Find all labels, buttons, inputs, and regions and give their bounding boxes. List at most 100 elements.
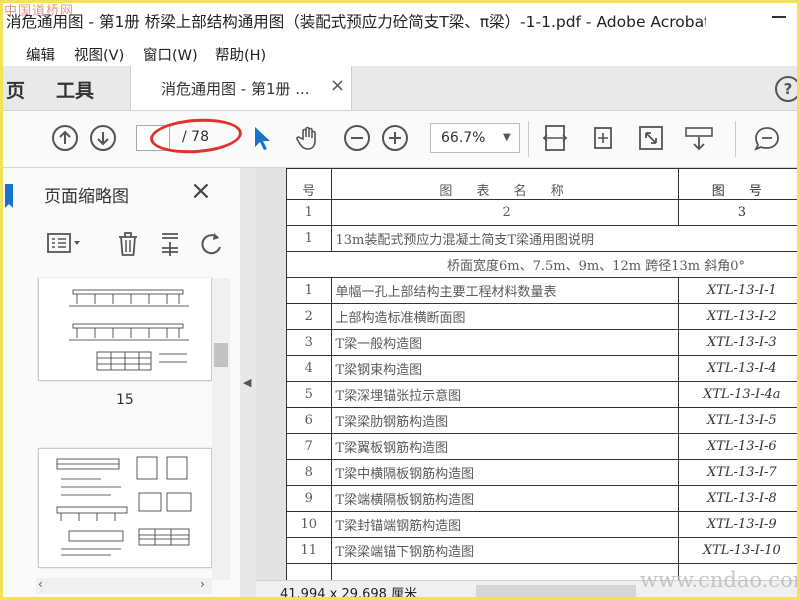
toolbar: / 78 66.7% ▼ <box>0 111 800 168</box>
rotate-icon[interactable] <box>198 228 226 258</box>
select-tool-button[interactable] <box>246 123 276 153</box>
table-cell: T梁封锚端钢筋构造图 <box>330 511 679 538</box>
table-cell: XTL-13-I-6 <box>677 433 800 460</box>
scroll-right-icon[interactable]: › <box>200 577 205 591</box>
header-code: 图 号 <box>677 168 800 200</box>
help-button[interactable]: ? <box>775 76 800 102</box>
table-row: 6 T梁梁肋钢筋构造图 XTL-13-I-5 <box>286 407 800 434</box>
menu-view[interactable]: 视图(V) <box>74 44 124 65</box>
table-row: 8 T梁中横隔板钢筋构造图 XTL-13-I-7 <box>286 459 800 486</box>
site-watermark: 中国道桥网 <box>4 4 75 19</box>
panel-collapse-bar[interactable]: ◀ <box>240 168 256 600</box>
table-subtitle-row: 桥面宽度6m、7.5m、9m、12m 跨径13m 斜角0° <box>286 251 800 278</box>
site-watermark-bottom: www.cndao.com <box>640 568 800 592</box>
close-tab-button[interactable]: × <box>330 75 345 96</box>
thumbnails-vertical-scrollbar[interactable] <box>212 278 230 580</box>
rotate-page-button[interactable] <box>588 123 618 153</box>
table-cell: XTL-13-I-5 <box>677 407 800 434</box>
table-row: 5 T梁深埋锚张拉示意图 XTL-13-I-4a <box>286 381 800 408</box>
table-section-row: 1 13m装配式预应力混凝土简支T梁通用图说明 <box>286 225 800 252</box>
crop-page-icon[interactable] <box>156 228 184 258</box>
table-cell: T梁翼板钢筋构造图 <box>330 433 679 460</box>
section-title: 13m装配式预应力混凝土简支T梁通用图说明 <box>330 225 800 252</box>
tab-document[interactable]: 消危通用图 - 第1册 ... × <box>130 66 352 110</box>
table-row: 10 T梁封锚端钢筋构造图 XTL-13-I-9 <box>286 511 800 538</box>
full-screen-button[interactable] <box>636 123 666 153</box>
fit-width-button[interactable] <box>540 123 570 153</box>
table-cell: 9 <box>286 485 332 512</box>
thumbnails-horizontal-scrollbar[interactable]: ‹ › <box>36 577 212 594</box>
zoom-out-button[interactable] <box>342 123 372 153</box>
minimize-button[interactable] <box>772 16 786 18</box>
cursor-arrow-icon <box>255 127 270 150</box>
document-view[interactable]: 号 图 表 名 称 图 号 1 2 3 1 13m装配式预应力混凝土简支T梁通用… <box>256 168 800 600</box>
options-menu-icon[interactable] <box>44 228 84 258</box>
table-row: 7 T梁翼板钢筋构造图 XTL-13-I-6 <box>286 433 800 460</box>
rotate-page-icon <box>594 127 612 149</box>
expand-icon <box>639 126 663 150</box>
window-title: 消危通用图 - 第1册 桥梁上部结构通用图（装配式预应力砼简支T梁、π梁）-1-… <box>6 13 706 31</box>
horizontal-scrollbar-thumb[interactable] <box>476 585 636 597</box>
table-cell: XTL-13-I-3 <box>677 329 800 356</box>
scroll-mode-button[interactable] <box>684 123 714 153</box>
scroll-left-icon[interactable]: ‹ <box>38 577 43 591</box>
table-cell: 单幅一孔上部结构主要工程材料数量表 <box>330 277 679 304</box>
table-cell: 2 <box>330 199 679 226</box>
table-cell: 10 <box>286 511 332 538</box>
table-cell: XTL-13-I-4 <box>677 355 800 382</box>
minus-circle-icon <box>344 125 370 151</box>
scrollbar-thumb[interactable] <box>214 343 228 367</box>
next-page-button[interactable] <box>88 123 118 153</box>
thumbnail-tools <box>44 228 240 262</box>
menu-window[interactable]: 窗口(W) <box>143 44 198 65</box>
zoom-level-value: 66.7% <box>441 130 486 146</box>
trash-icon[interactable] <box>114 228 142 258</box>
bookmark-icon[interactable] <box>2 182 16 212</box>
table-cell: XTL-13-I-2 <box>677 303 800 330</box>
comment-button[interactable] <box>752 123 782 153</box>
table-cell: 8 <box>286 459 332 486</box>
red-annotation-circle <box>148 115 244 157</box>
close-panel-button[interactable]: × <box>190 176 212 206</box>
table-index-row: 1 2 3 <box>286 199 800 226</box>
table-cell: 1 <box>286 225 332 252</box>
table-cell: T梁端横隔板钢筋构造图 <box>330 485 679 512</box>
title-bar: 消危通用图 - 第1册 桥梁上部结构通用图（装配式预应力砼简支T梁、π梁）-1-… <box>0 0 800 40</box>
collapse-left-icon[interactable]: ◀ <box>243 376 251 389</box>
page-thumbnail-16[interactable] <box>38 448 212 568</box>
tab-tools[interactable]: 工具 <box>56 76 94 103</box>
zoom-in-button[interactable] <box>380 123 410 153</box>
scroll-down-icon <box>685 127 713 151</box>
comment-icon <box>754 127 779 151</box>
table-cell: 6 <box>286 407 332 434</box>
toolbar-divider <box>735 121 736 157</box>
page-thumbnail-15[interactable] <box>38 278 212 381</box>
table-cell: XTL-13-I-7 <box>677 459 800 486</box>
pdf-page: 号 图 表 名 称 图 号 1 2 3 1 13m装配式预应力混凝土简支T梁通用… <box>286 168 800 590</box>
table-header-row: 号 图 表 名 称 图 号 <box>286 168 800 200</box>
tab-home[interactable]: 页 <box>6 76 25 103</box>
zoom-level-select[interactable]: 66.7% ▼ <box>430 123 520 153</box>
table-cell: XTL-13-I-4a <box>677 381 800 408</box>
header-name: 图 表 名 称 <box>330 168 679 200</box>
table-cell: T梁中横隔板钢筋构造图 <box>330 459 679 486</box>
table-cell: XTL-13-I-8 <box>677 485 800 512</box>
arrow-down-circle-icon <box>90 125 116 151</box>
thumbnail-page-number: 15 <box>116 392 134 408</box>
table-row: 3 T梁一般构造图 XTL-13-I-3 <box>286 329 800 356</box>
left-navigation-strip <box>0 168 31 600</box>
menu-help[interactable]: 帮助(H) <box>215 44 266 65</box>
toolbar-divider <box>528 121 529 157</box>
header-number: 号 <box>286 168 332 200</box>
table-cell: 3 <box>286 329 332 356</box>
table-cell: 4 <box>286 355 332 382</box>
table-cell: T梁梁肋钢筋构造图 <box>330 407 679 434</box>
table-cell: 5 <box>286 381 332 408</box>
menu-edit[interactable]: 编辑 <box>26 44 55 65</box>
previous-page-button[interactable] <box>50 123 80 153</box>
table-cell: T梁钢束构造图 <box>330 355 679 382</box>
table-row: 2 上部构造标准横断面图 XTL-13-I-2 <box>286 303 800 330</box>
drawing-preview-icon <box>56 456 192 556</box>
hand-tool-button[interactable] <box>294 123 324 153</box>
menu-bar: 编辑 视图(V) 窗口(W) 帮助(H) <box>0 40 800 66</box>
